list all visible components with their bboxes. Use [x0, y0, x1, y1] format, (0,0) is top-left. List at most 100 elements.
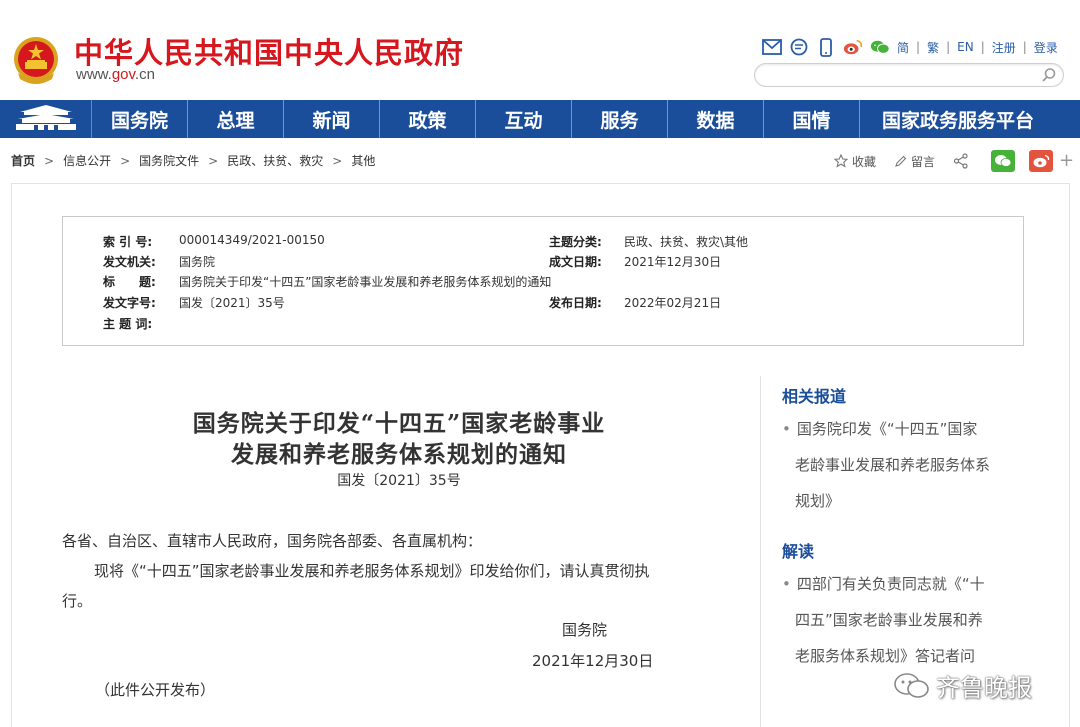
url-prefix: www.: [76, 66, 112, 83]
lang-simplified-link[interactable]: 简: [897, 39, 909, 56]
article-body-line-1: 现将《“十四五”国家老龄事业发展和养老服务体系规划》印发给你们，请认真贯彻执: [94, 562, 650, 580]
chat-icon[interactable]: [789, 37, 809, 57]
issuer-label: 发文机关:: [103, 255, 156, 269]
site-url: www.gov.cn: [76, 66, 155, 83]
page-actions: 收藏 留言 +: [834, 150, 1074, 172]
topic-value: 民政、扶贫、救灾\其他: [624, 235, 749, 249]
star-icon: [834, 154, 848, 168]
meta-row: 发文机关: 国务院 成文日期: 2021年12月30日: [63, 253, 1023, 271]
separator: |: [946, 40, 951, 54]
nav-item-news[interactable]: 新闻: [284, 100, 380, 138]
bullet-icon: •: [782, 420, 791, 438]
index-label: 索 引 号:: [103, 235, 153, 249]
created-value: 2021年12月30日: [624, 255, 722, 269]
meta-row: 索 引 号: 000014349/2021-00150 主题分类: 民政、扶贫、…: [63, 233, 1023, 251]
wechat-watermark-icon: [894, 672, 929, 698]
nav-item-national-info[interactable]: 国情: [764, 100, 860, 138]
favorite-label: 收藏: [852, 154, 877, 169]
register-link[interactable]: 注册: [992, 39, 1016, 56]
article-date: 2021年12月30日: [532, 652, 654, 670]
breadcrumb-civil-affairs[interactable]: 民政、扶贫、救灾: [227, 152, 323, 169]
breadcrumb-info-disclosure[interactable]: 信息公开: [63, 152, 111, 169]
share-wechat-button[interactable]: [991, 150, 1016, 172]
interpret-line-2: 四五”国家老龄事业发展和养: [795, 611, 983, 629]
meta-row: 主 题 词:: [63, 315, 1023, 333]
article-doc-number: 国发〔2021〕35号: [337, 473, 461, 489]
wechat-icon: [995, 155, 1012, 167]
weibo-icon[interactable]: [843, 37, 863, 57]
mail-icon[interactable]: [762, 37, 782, 57]
mobile-icon[interactable]: [816, 37, 836, 57]
meta-row: 发文字号: 国发〔2021〕35号 发布日期: 2022年02月21日: [63, 294, 1023, 312]
separator: |: [1022, 40, 1027, 54]
related-report-link[interactable]: • 国务院印发《“十四五”国家 老龄事业发展和养老服务体系 规划》: [761, 416, 1025, 524]
title-value: 国务院关于印发“十四五”国家老龄事业发展和养老服务体系规划的通知: [179, 275, 552, 289]
watermark: 齐鲁晚报: [892, 668, 1032, 703]
share-button[interactable]: [953, 153, 973, 169]
chevron-right-icon: >: [44, 153, 55, 168]
more-share-icon[interactable]: +: [1059, 152, 1074, 170]
separator: |: [980, 40, 985, 54]
docno-value: 国发〔2021〕35号: [179, 296, 285, 310]
url-suffix: .cn: [134, 66, 155, 83]
nav-item-interaction[interactable]: 互动: [476, 100, 572, 138]
site-header: 中华人民共和国中央人民政府 www.gov.cn 简 | 繁 | EN | 注册…: [0, 0, 1080, 100]
login-link[interactable]: 登录: [1034, 39, 1058, 56]
article-note: （此件公开发布）: [95, 681, 216, 699]
article-salutation: 各省、自治区、直辖市人民政府，国务院各部委、各直属机构：: [62, 532, 483, 550]
search-icon[interactable]: [1041, 67, 1057, 83]
wechat-icon[interactable]: [870, 37, 890, 57]
related-line-2: 老龄事业发展和养老服务体系: [795, 456, 991, 474]
main-nav: 国务院 总理 新闻 政策 互动 服务 数据 国情 国家政务服务平台: [0, 100, 1080, 138]
chevron-right-icon: >: [120, 153, 131, 168]
interpret-line-1: • 四部门有关负责同志就《“十: [782, 573, 985, 594]
keywords-label: 主 题 词:: [103, 317, 153, 331]
topic-label: 主题分类:: [549, 235, 602, 249]
issuer-value: 国务院: [179, 255, 216, 269]
nav-item-state-council[interactable]: 国务院: [92, 100, 188, 138]
related-line-1: • 国务院印发《“十四五”国家: [782, 418, 977, 439]
breadcrumb-bar: 首页 > 信息公开 > 国务院文件 > 民政、扶贫、救灾 > 其他 收藏 留言 …: [0, 138, 1080, 182]
article-title-line-1: 国务院关于印发“十四五”国家老龄事业: [192, 410, 606, 437]
comment-label: 留言: [911, 154, 936, 169]
nav-item-data[interactable]: 数据: [668, 100, 764, 138]
nav-item-premier[interactable]: 总理: [188, 100, 284, 138]
lang-traditional-link[interactable]: 繁: [927, 39, 939, 56]
article-body-line-2: 行。: [62, 592, 93, 610]
nav-item-policy[interactable]: 政策: [380, 100, 476, 138]
index-value: 000014349/2021-00150: [179, 233, 325, 247]
weibo-icon: [1033, 154, 1050, 168]
breadcrumb-other[interactable]: 其他: [351, 152, 375, 169]
related-line-3: 规划》: [795, 492, 841, 510]
separator: |: [916, 40, 921, 54]
share-weibo-button[interactable]: [1029, 150, 1054, 172]
pencil-icon: [895, 155, 907, 167]
lang-english-link[interactable]: EN: [957, 40, 974, 54]
favorite-button[interactable]: 收藏: [834, 153, 876, 170]
interpretation-link[interactable]: • 四部门有关负责同志就《“十 四五”国家老龄事业发展和养 老服务体系规划》答记者…: [761, 571, 1025, 679]
search-input[interactable]: [767, 64, 1037, 86]
meta-row: 标 题: 国务院关于印发“十四五”国家老龄事业发展和养老服务体系规划的通知: [63, 273, 1023, 291]
breadcrumb: 首页 > 信息公开 > 国务院文件 > 民政、扶贫、救灾 > 其他: [11, 152, 375, 169]
interpretation-heading: 解读: [782, 542, 815, 561]
comment-button[interactable]: 留言: [894, 153, 935, 170]
published-label: 发布日期:: [549, 296, 602, 310]
chevron-right-icon: >: [332, 153, 343, 168]
nav-item-services[interactable]: 服务: [572, 100, 668, 138]
watermark-text: 齐鲁晚报: [936, 674, 1032, 702]
document-meta-table: 索 引 号: 000014349/2021-00150 主题分类: 民政、扶贫、…: [62, 216, 1024, 346]
bullet-icon: •: [782, 575, 791, 593]
interpret-line-1-text: 四部门有关负责同志就《“十: [796, 575, 985, 593]
url-domain: gov: [111, 66, 135, 83]
article-signature: 国务院: [562, 621, 608, 639]
chevron-right-icon: >: [208, 153, 219, 168]
breadcrumb-state-council-docs[interactable]: 国务院文件: [139, 152, 199, 169]
nav-home-button[interactable]: [0, 100, 92, 138]
article-title-line-2: 发展和养老服务体系规划的通知: [231, 441, 567, 468]
nav-item-gov-service-platform[interactable]: 国家政务服务平台: [860, 100, 1056, 138]
breadcrumb-home[interactable]: 首页: [11, 152, 35, 169]
search-box: [754, 63, 1064, 87]
national-emblem-icon[interactable]: [12, 35, 60, 87]
share-icon: [953, 153, 968, 169]
published-value: 2022年02月21日: [624, 296, 722, 310]
